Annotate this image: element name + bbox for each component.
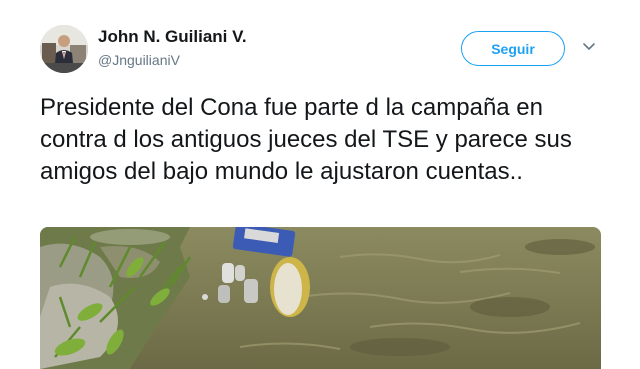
attached-photo-icon [40,227,601,369]
tweet-media[interactable] [40,227,601,369]
profile-photo-icon [40,25,88,73]
display-name[interactable]: John N. Guiliani V. [98,27,247,47]
avatar[interactable] [40,25,88,73]
user-handle[interactable]: @JnguilianiV [98,52,180,68]
tweet-text: Presidente del Cona fue parte d la campa… [40,94,572,185]
follow-button[interactable]: Seguir [461,31,565,66]
chevron-down-icon[interactable] [582,42,596,52]
